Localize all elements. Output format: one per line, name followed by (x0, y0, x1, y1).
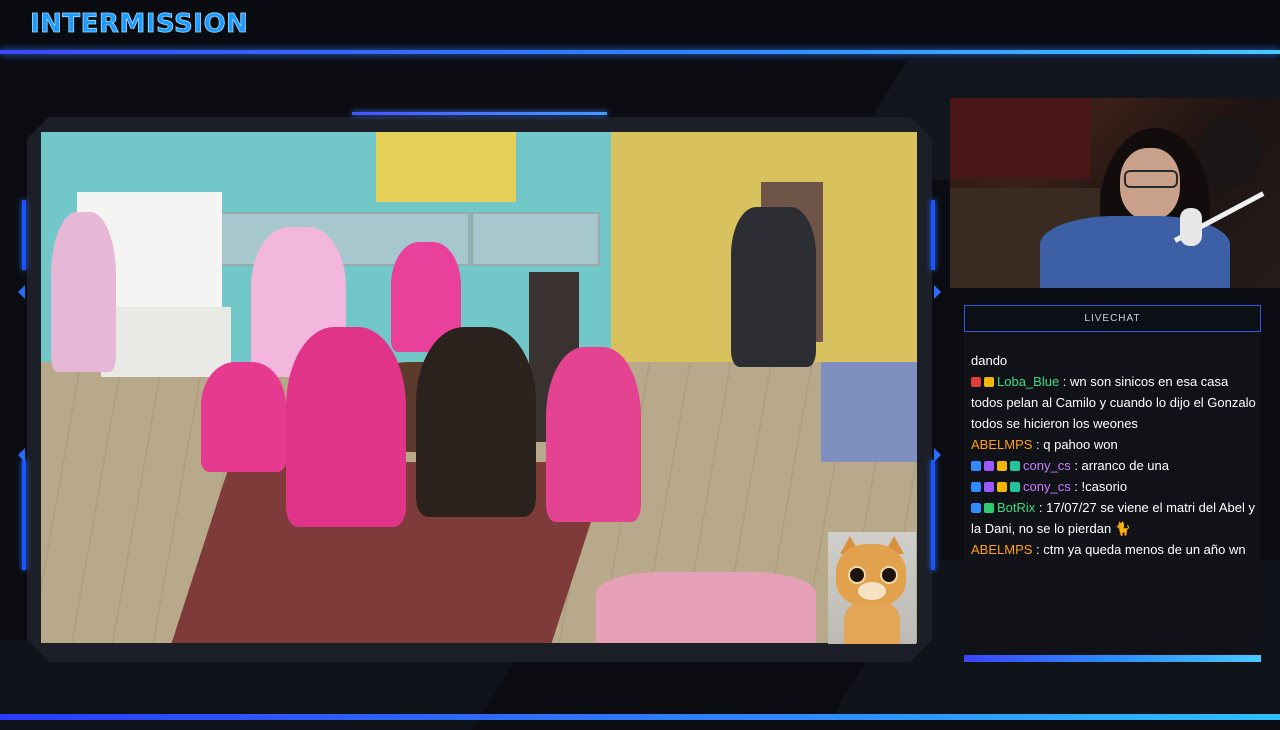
scene-mirror (471, 212, 600, 266)
chat-message: cony_cs : !casorio (968, 476, 1258, 497)
chat-bottom-accent (964, 655, 1261, 662)
header-bar: INTERMISSION (0, 0, 1280, 50)
chat-username[interactable]: BotRix (997, 500, 1039, 515)
frame-side-accent (22, 200, 26, 270)
header-accent-line (0, 50, 1280, 54)
livechat-header-label: LIVECHAT (1084, 313, 1141, 324)
chat-badge-icon (997, 482, 1007, 492)
frame-top-accent (352, 112, 607, 115)
chat-message-text: : q pahoo won (1036, 437, 1118, 452)
frame-side-accent (931, 460, 935, 570)
chat-badge-icon (1010, 461, 1020, 471)
chat-badge-icon (984, 503, 994, 513)
chat-message-text: : ctm ya queda menos de un año wn (1036, 542, 1246, 557)
chat-message-list[interactable]: dando Loba_Blue : wn son sinicos en esa c… (968, 350, 1258, 650)
chat-username[interactable]: Loba_Blue (997, 374, 1063, 389)
chat-username[interactable]: ABELMPS (971, 437, 1036, 452)
footer-accent-line (0, 714, 1280, 720)
scene-jacket (731, 207, 816, 367)
chat-message: cony_cs : arranco de una (968, 455, 1258, 476)
intermission-title: INTERMISSION (30, 9, 249, 40)
webcam-feed[interactable] (950, 98, 1280, 288)
frame-chevron-icon (18, 448, 25, 462)
scene-mattress (821, 362, 917, 462)
chat-badge-icon (997, 461, 1007, 471)
livechat-header: LIVECHAT (964, 305, 1261, 332)
chat-message-text: : arranco de una (1074, 458, 1169, 473)
chat-badge-icon (984, 482, 994, 492)
chat-message-text: dando (971, 353, 1008, 368)
chat-badge-icon (1010, 482, 1020, 492)
frame-chevron-icon (934, 448, 941, 462)
chat-username[interactable]: cony_cs (1023, 458, 1074, 473)
scene-person (546, 347, 641, 522)
scene-cabinet (101, 307, 231, 377)
chat-message: Loba_Blue : wn son sinicos en esa casa t… (968, 371, 1258, 434)
chat-badge-icon (984, 377, 994, 387)
cat-overlay-image (828, 532, 916, 644)
chat-message: ABELMPS : q pahoo won (968, 434, 1258, 455)
chat-message: dando (968, 350, 1258, 371)
chat-badge-icon (971, 461, 981, 471)
chat-badge-icon (971, 377, 981, 387)
chat-badge-icon (971, 503, 981, 513)
frame-chevron-icon (934, 285, 941, 299)
frame-side-accent (931, 200, 935, 270)
chat-badge-icon (971, 482, 981, 492)
chat-username[interactable]: ABELMPS (971, 542, 1036, 557)
chat-message: ABELMPS : ctm ya queda menos de un año w… (968, 539, 1258, 560)
chat-username[interactable]: cony_cs (1023, 479, 1074, 494)
frame-chevron-icon (18, 285, 25, 299)
scene-clothes-pile (596, 572, 816, 643)
scene-person (201, 362, 286, 472)
chat-message-text: : !casorio (1074, 479, 1128, 494)
chat-badge-icon (984, 461, 994, 471)
scene-person (51, 212, 116, 372)
frame-side-accent (22, 460, 26, 570)
scene-person (416, 327, 536, 517)
scene-wall-patch (376, 132, 516, 202)
scene-person (286, 327, 406, 527)
main-video[interactable] (41, 132, 917, 643)
chat-message: BotRix : 17/07/27 se viene el matri del … (968, 497, 1258, 539)
